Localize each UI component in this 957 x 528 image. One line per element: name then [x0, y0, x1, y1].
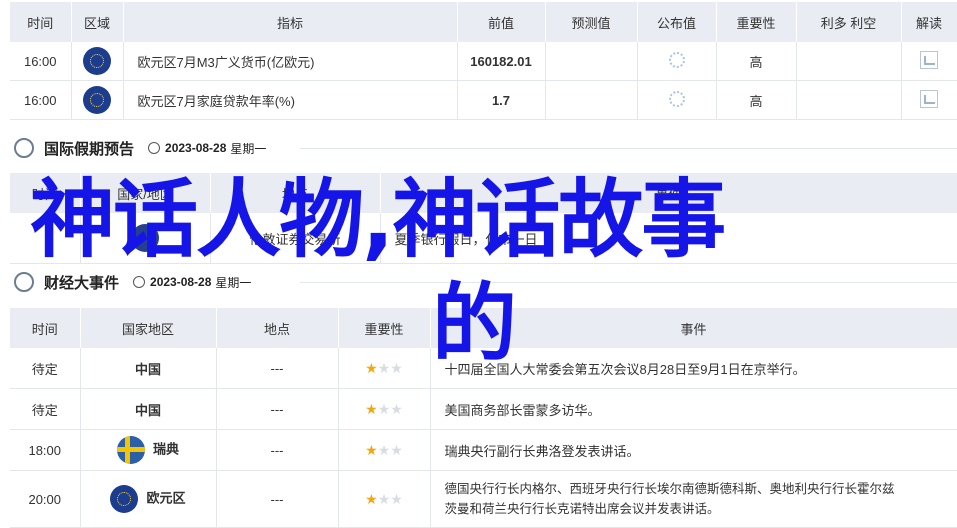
impact-value [796, 42, 901, 81]
col-indicator: 指标 [123, 2, 457, 42]
clock-icon [133, 276, 145, 288]
region-value: 瑞典 [153, 441, 179, 456]
economic-calendar-table: 时间 区域 指标 前值 预测值 公布值 重要性 利多 利空 解读 16:00 欧… [10, 2, 957, 120]
place-value: --- [216, 430, 338, 471]
section-date: 2023-08-28 [150, 275, 211, 289]
eu-flag-icon [110, 485, 138, 513]
star-icon: ★ [378, 442, 391, 458]
col-impact: 利多 利空 [796, 2, 901, 42]
col-forecast: 预测值 [545, 2, 637, 42]
star-icon: ★ [378, 360, 391, 376]
star-icon: ★ [378, 401, 391, 417]
region-value: 欧元区 [146, 490, 185, 505]
previous-value: 1.7 [457, 81, 545, 120]
event-line: 茨曼和荷兰央行行长克诺特出席会议并发表讲话。 [445, 499, 957, 519]
indicator-link[interactable]: 欧元区7月家庭贷款年率(%) [123, 81, 457, 120]
col-importance: 重要性 [716, 2, 796, 42]
region-value: 中国 [80, 348, 216, 389]
importance-value: 高 [716, 81, 796, 120]
col-time: 时间 [10, 308, 80, 348]
forecast-value [545, 42, 637, 81]
table-row: 20:00 欧元区 --- ★★★ 德国央行行长内格尔、西班牙央行行长埃尔南德斯… [10, 471, 957, 528]
event-value: 美国商务部长雷蒙多访华。 [430, 389, 957, 430]
filter-icon [14, 272, 34, 292]
event-value: 德国央行行长内格尔、西班牙央行行长埃尔南德斯德科斯、奥地利央行行长霍尔兹 茨曼和… [430, 471, 957, 528]
col-importance: 重要性 [338, 308, 430, 348]
section-weekday: 星期一 [230, 140, 266, 157]
importance-stars: ★★★ [338, 430, 430, 471]
place-value: --- [216, 471, 338, 528]
star-icon: ★ [390, 442, 403, 458]
importance-stars: ★★★ [338, 471, 430, 528]
table-row: 18:00 瑞典 --- ★★★ 瑞典央行副行长弗洛登发表讲话。 [10, 430, 957, 471]
forecast-value [545, 81, 637, 120]
table-row: 16:00 欧元区7月家庭贷款年率(%) 1.7 高 [10, 81, 957, 120]
holiday-section-header: 国际假期预告 2023-08-28 星期一 [14, 136, 266, 160]
table-header-row: 时间 区域 指标 前值 预测值 公布值 重要性 利多 利空 解读 [10, 2, 957, 42]
overlay-subtitle: 的 [432, 282, 515, 367]
section-date: 2023-08-28 [165, 141, 226, 155]
col-place: 地点 [216, 308, 338, 348]
star-icon: ★ [390, 491, 403, 507]
impact-value [796, 81, 901, 120]
loading-icon [669, 91, 685, 107]
indicator-link[interactable]: 欧元区7月M3广义货币(亿欧元) [123, 42, 457, 81]
importance-stars: ★★★ [338, 348, 430, 389]
section-title: 国际假期预告 [44, 138, 134, 159]
col-actual: 公布值 [637, 2, 716, 42]
events-section-header: 财经大事件 2023-08-28 星期一 [14, 270, 251, 294]
col-previous: 前值 [457, 2, 545, 42]
row-time: 待定 [10, 389, 80, 430]
col-region: 国家地区 [80, 308, 216, 348]
row-time: 待定 [10, 348, 80, 389]
eu-flag-icon [83, 86, 111, 114]
divider [300, 148, 957, 149]
importance-value: 高 [716, 42, 796, 81]
row-time: 16:00 [10, 81, 71, 120]
event-line: 德国央行行长内格尔、西班牙央行行长埃尔南德斯德科斯、奥地利央行行长霍尔兹 [445, 479, 957, 499]
place-value: --- [216, 348, 338, 389]
importance-stars: ★★★ [338, 389, 430, 430]
clock-icon [148, 142, 160, 154]
star-icon: ★ [365, 401, 378, 417]
star-icon: ★ [390, 401, 403, 417]
row-time: 20:00 [10, 471, 80, 528]
chart-icon[interactable] [920, 90, 938, 108]
star-icon: ★ [365, 360, 378, 376]
chart-icon[interactable] [920, 51, 938, 69]
loading-icon [669, 52, 685, 68]
overlay-title: 神话人物,神话故事 [30, 178, 724, 263]
star-icon: ★ [390, 360, 403, 376]
star-icon: ★ [365, 491, 378, 507]
row-time: 16:00 [10, 42, 71, 81]
star-icon: ★ [378, 491, 391, 507]
section-weekday: 星期一 [215, 274, 251, 291]
place-value: --- [216, 389, 338, 430]
section-title: 财经大事件 [44, 272, 119, 293]
col-analysis: 解读 [901, 2, 957, 42]
col-region: 区域 [71, 2, 123, 42]
event-value: 瑞典央行副行长弗洛登发表讲话。 [430, 430, 957, 471]
sweden-flag-icon [117, 436, 145, 464]
region-value: 中国 [80, 389, 216, 430]
star-icon: ★ [365, 442, 378, 458]
table-row: 16:00 欧元区7月M3广义货币(亿欧元) 160182.01 高 [10, 42, 957, 81]
divider [300, 282, 957, 283]
eu-flag-icon [83, 47, 111, 75]
previous-value: 160182.01 [457, 42, 545, 81]
table-row: 待定 中国 --- ★★★ 美国商务部长雷蒙多访华。 [10, 389, 957, 430]
globe-icon [14, 138, 34, 158]
row-time: 18:00 [10, 430, 80, 471]
col-time: 时间 [10, 2, 71, 42]
